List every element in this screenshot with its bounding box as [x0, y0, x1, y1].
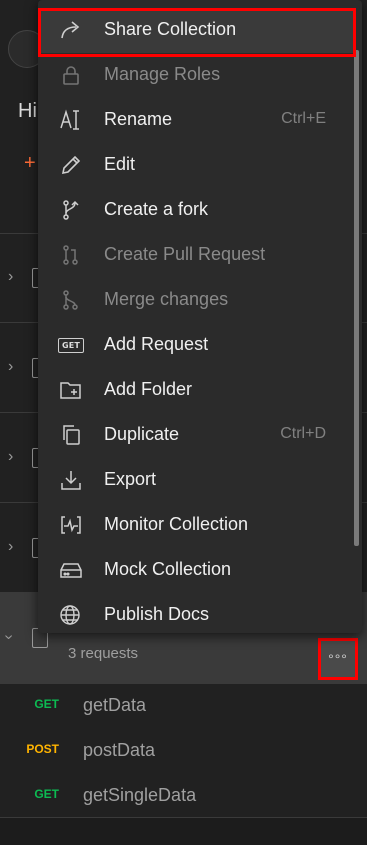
menu-item-label: Edit [104, 154, 136, 174]
menu-item-label: Monitor Collection [104, 514, 249, 534]
menu-item-edit[interactable]: Edit [38, 143, 356, 188]
chevron-right-icon[interactable]: › [8, 538, 13, 556]
fork-icon [58, 199, 84, 221]
menu-item-manage-roles[interactable]: Manage Roles [38, 53, 356, 98]
duplicate-icon [58, 424, 84, 446]
lock-icon [58, 64, 84, 86]
menu-item-label: Create Pull Request [104, 244, 266, 264]
pencil-icon [58, 154, 84, 176]
menu-item-merge-changes[interactable]: Merge changes [38, 278, 356, 323]
monitor-icon [58, 514, 84, 536]
request-row[interactable]: GET getData [0, 685, 367, 729]
menu-item-label: Duplicate [104, 424, 180, 444]
menu-item-label: Add Folder [104, 379, 193, 399]
menu-item-label: Add Request [104, 334, 209, 354]
menu-item-label: Create a fork [104, 199, 209, 219]
request-name: getData [83, 695, 147, 715]
globe-icon [58, 604, 84, 626]
get-badge-icon: GET [57, 334, 85, 356]
menu-item-label: Export [104, 469, 157, 489]
request-name: postData [83, 740, 156, 760]
request-method: POST [26, 742, 59, 756]
menu-item-rename[interactable]: Rename Ctrl+E [38, 98, 356, 143]
merge-icon [58, 289, 84, 311]
menu-item-label: Merge changes [104, 289, 229, 309]
menu-item-add-request[interactable]: GET Add Request [38, 323, 356, 368]
collection-context-menu: Share Collection Manage Roles Rename Ctr… [38, 0, 362, 633]
menu-item-label: Publish Docs [104, 604, 210, 624]
request-name: getSingleData [83, 785, 197, 805]
request-method: GET [34, 697, 59, 711]
get-badge-text: GET [57, 337, 85, 353]
sidebar-title: Hi [18, 100, 37, 122]
chevron-down-icon[interactable]: › [0, 634, 18, 639]
menu-item-mock-collection[interactable]: Mock Collection [38, 548, 356, 593]
menu-item-shortcut: Ctrl+E [281, 110, 326, 127]
add-folder-icon [58, 379, 84, 401]
request-row[interactable]: GET getSingleData [0, 775, 367, 819]
more-options-button[interactable]: °°° [318, 638, 358, 680]
collection-request-count: 3 requests [68, 645, 139, 662]
request-method: GET [34, 787, 59, 801]
menu-item-shortcut: Ctrl+D [280, 425, 326, 442]
next-collection-row[interactable] [0, 818, 367, 845]
menu-item-label: Manage Roles [104, 64, 221, 84]
menu-item-publish-docs[interactable]: Publish Docs [38, 593, 356, 638]
new-button[interactable]: + [24, 152, 36, 175]
menu-item-export[interactable]: Export [38, 458, 356, 503]
chevron-right-icon[interactable]: › [8, 448, 13, 466]
chevron-right-icon[interactable]: › [8, 268, 13, 286]
export-icon [58, 469, 84, 491]
menu-item-create-pull-request[interactable]: Create Pull Request [38, 233, 356, 278]
menu-item-create-fork[interactable]: Create a fork [38, 188, 356, 233]
menu-item-label: Rename [104, 109, 173, 129]
chevron-right-icon[interactable]: › [8, 358, 13, 376]
rename-icon [58, 109, 84, 131]
menu-item-label: Mock Collection [104, 559, 232, 579]
menu-item-share-collection[interactable]: Share Collection [38, 8, 356, 53]
request-row[interactable]: POST postData [0, 730, 367, 774]
menu-item-add-folder[interactable]: Add Folder [38, 368, 356, 413]
menu-item-label: Share Collection [104, 19, 237, 39]
menu-item-duplicate[interactable]: Duplicate Ctrl+D [38, 413, 356, 458]
pull-request-icon [58, 244, 84, 266]
menu-scrollbar[interactable] [354, 50, 359, 546]
share-icon [58, 19, 84, 41]
mock-server-icon [58, 559, 84, 581]
menu-item-monitor-collection[interactable]: Monitor Collection [38, 503, 356, 548]
